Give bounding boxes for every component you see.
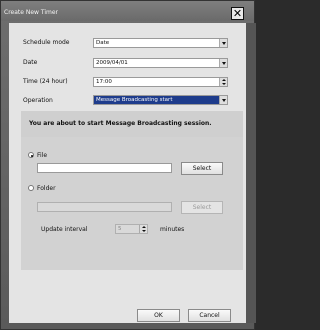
operation-label: Operation	[23, 97, 53, 104]
ok-button[interactable]: OK	[137, 309, 180, 322]
time-spinner[interactable]: 17:00	[93, 77, 228, 87]
folder-label: Folder	[37, 185, 56, 192]
file-radio[interactable]	[28, 152, 34, 158]
close-icon[interactable]: ✕	[231, 7, 244, 20]
spin-arrows-icon[interactable]	[139, 225, 147, 233]
file-select-button[interactable]: Select	[181, 162, 223, 175]
date-picker[interactable]: 2009/04/01	[93, 58, 228, 68]
file-path-input[interactable]	[37, 163, 172, 173]
folder-path-input[interactable]	[37, 202, 172, 212]
file-label: File	[37, 152, 48, 159]
time-label: Time (24 hour)	[23, 78, 68, 85]
update-interval-spinner[interactable]: 5	[115, 224, 148, 234]
update-interval-value: 5	[118, 226, 122, 232]
schedule-mode-select[interactable]: Date	[93, 38, 228, 48]
schedule-mode-value: Date	[96, 40, 110, 46]
operation-select[interactable]: Message Broadcasting start	[93, 95, 228, 105]
notice-banner: You are about to start Message Broadcast…	[21, 111, 243, 137]
window-edge	[246, 23, 256, 323]
date-label: Date	[23, 59, 38, 66]
chevron-down-icon[interactable]	[219, 39, 227, 47]
operation-value: Message Broadcasting start	[96, 97, 173, 103]
folder-select-button[interactable]: Select	[181, 201, 223, 214]
date-value: 2009/04/01	[96, 60, 128, 66]
schedule-mode-label: Schedule mode	[23, 39, 70, 46]
time-value: 17:00	[96, 79, 112, 85]
update-interval-unit: minutes	[160, 226, 185, 233]
chevron-down-icon[interactable]	[219, 96, 227, 104]
update-interval-label: Update interval	[41, 226, 88, 233]
folder-radio[interactable]	[28, 185, 34, 191]
title-bar[interactable]: Create New Timer ✕	[1, 1, 254, 21]
spin-arrows-icon[interactable]	[219, 78, 227, 86]
calendar-dropdown-icon[interactable]	[219, 59, 227, 67]
cancel-button[interactable]: Cancel	[188, 309, 231, 322]
dialog-title: Create New Timer	[4, 9, 58, 16]
dialog-window: Create New Timer ✕ Schedule mode Date Da…	[0, 0, 256, 330]
